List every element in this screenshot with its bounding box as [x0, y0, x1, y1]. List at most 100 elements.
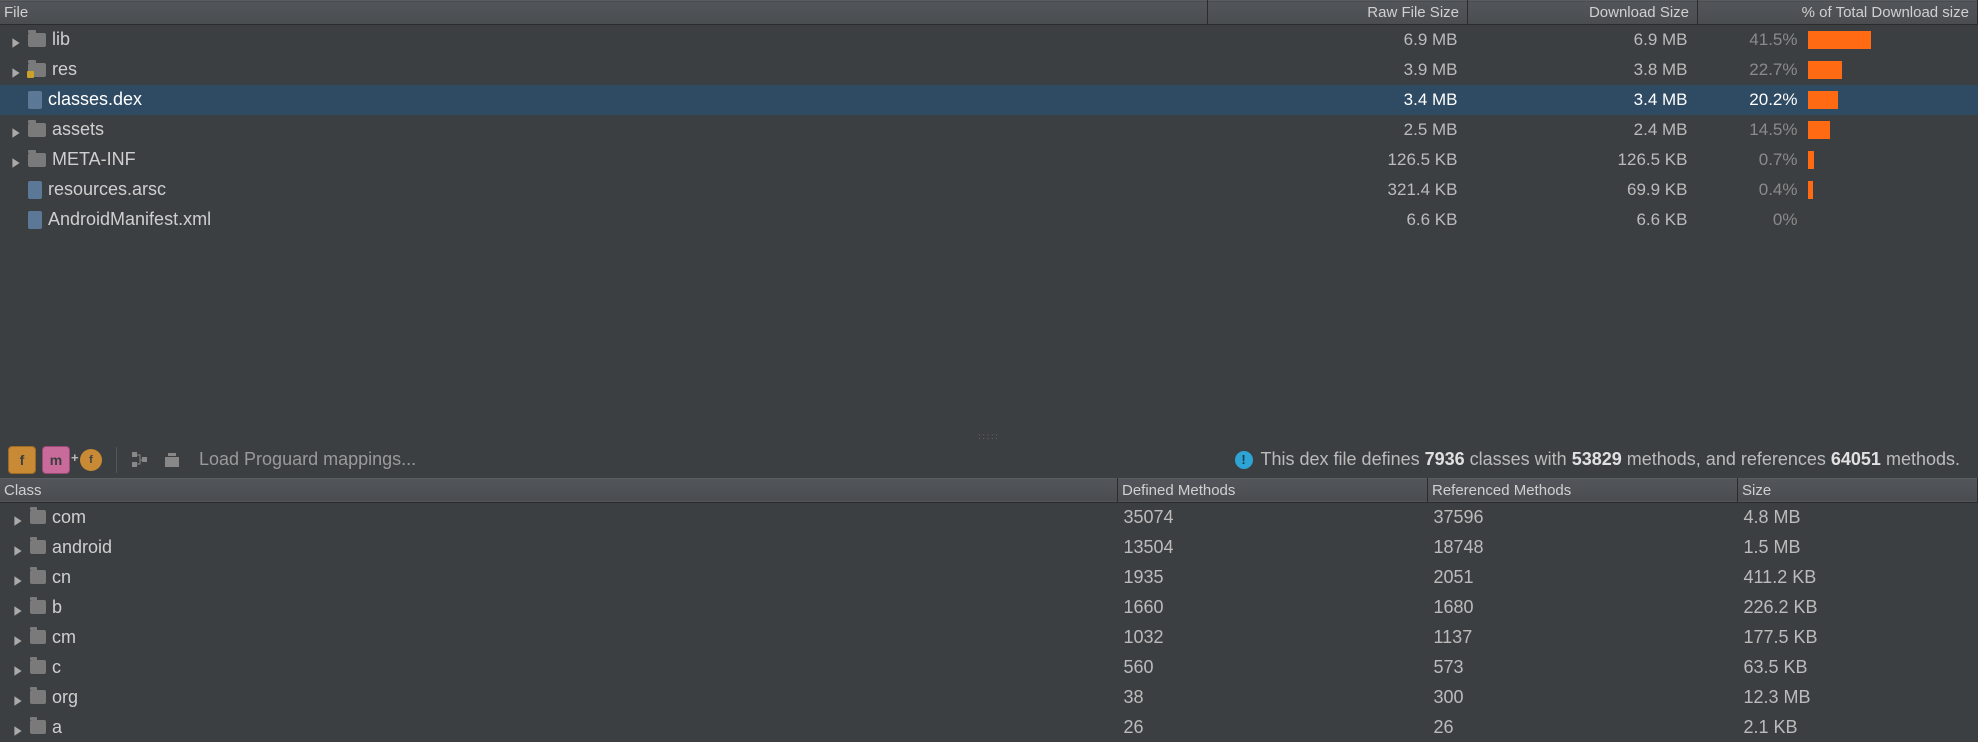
- summary-methods-count: 53829: [1572, 449, 1622, 469]
- class-name: c: [52, 657, 61, 678]
- class-name: a: [52, 717, 62, 738]
- expand-chevron-icon[interactable]: [12, 541, 24, 553]
- expand-chevron-icon[interactable]: [10, 154, 22, 166]
- info-icon: !: [1235, 451, 1253, 469]
- percent-value: 0%: [1698, 205, 1808, 235]
- defined-methods: 35074: [1118, 502, 1428, 532]
- expand-chevron-icon[interactable]: [12, 691, 24, 703]
- class-name: cm: [52, 627, 76, 648]
- summary-text: This dex file defines: [1261, 449, 1425, 469]
- load-proguard-button[interactable]: Load Proguard mappings...: [199, 449, 416, 470]
- file-icon: [28, 91, 42, 109]
- file-row[interactable]: classes.dex3.4 MB3.4 MB20.2%: [0, 85, 1978, 115]
- class-row[interactable]: cm10321137177.5 KB: [0, 622, 1978, 652]
- percent-value: 41.5%: [1698, 25, 1808, 55]
- defined-methods: 13504: [1118, 532, 1428, 562]
- dex-summary: ! This dex file defines 7936 classes wit…: [1235, 449, 1970, 470]
- expand-chevron-icon[interactable]: [10, 34, 22, 46]
- defined-methods: 1935: [1118, 562, 1428, 592]
- expand-chevron-icon[interactable]: [12, 721, 24, 733]
- col-header-file[interactable]: File: [0, 1, 1208, 25]
- col-header-download-size[interactable]: Download Size: [1468, 1, 1698, 25]
- expand-chevron-icon[interactable]: [12, 601, 24, 613]
- percent-value: 0.7%: [1698, 145, 1808, 175]
- defined-methods: 1032: [1118, 622, 1428, 652]
- class-name: org: [52, 687, 78, 708]
- defined-methods: 1660: [1118, 592, 1428, 622]
- col-header-raw-size[interactable]: Raw File Size: [1208, 1, 1468, 25]
- defined-methods: 560: [1118, 652, 1428, 682]
- file-row[interactable]: AndroidManifest.xml6.6 KB6.6 KB0%: [0, 205, 1978, 235]
- referenced-methods: 573: [1428, 652, 1738, 682]
- percent-bar: [1808, 61, 1968, 79]
- folder-icon: [28, 33, 46, 47]
- download-size: 126.5 KB: [1468, 145, 1698, 175]
- package-icon: [30, 660, 46, 674]
- package-icon: [30, 570, 46, 584]
- expand-chevron-icon[interactable]: [10, 64, 22, 76]
- percent-bar: [1808, 151, 1968, 169]
- class-size: 63.5 KB: [1738, 652, 1978, 682]
- download-size: 3.8 MB: [1468, 55, 1698, 85]
- filter-methods-button[interactable]: m: [42, 446, 70, 474]
- class-row[interactable]: b16601680226.2 KB: [0, 592, 1978, 622]
- package-icon[interactable]: [159, 447, 185, 473]
- class-row[interactable]: a26262.1 KB: [0, 712, 1978, 742]
- class-row[interactable]: c 56057363.5 KB: [0, 652, 1978, 682]
- download-size: 6.6 KB: [1468, 205, 1698, 235]
- file-size-table: File Raw File Size Download Size % of To…: [0, 0, 1978, 235]
- class-table-header: Class Defined Methods Referenced Methods…: [0, 478, 1978, 502]
- class-size: 2.1 KB: [1738, 712, 1978, 742]
- raw-size: 3.4 MB: [1208, 85, 1468, 115]
- col-header-percent[interactable]: % of Total Download size: [1698, 1, 1978, 25]
- file-row[interactable]: res3.9 MB3.8 MB22.7%: [0, 55, 1978, 85]
- percent-bar: [1808, 181, 1968, 199]
- referenced-methods: 300: [1428, 682, 1738, 712]
- col-header-defined[interactable]: Defined Methods: [1118, 478, 1428, 502]
- defined-methods: 38: [1118, 682, 1428, 712]
- expand-chevron-icon[interactable]: [12, 571, 24, 583]
- expand-chevron-icon[interactable]: [12, 511, 24, 523]
- percent-value: 22.7%: [1698, 55, 1808, 85]
- percent-bar: [1808, 121, 1968, 139]
- expand-chevron-icon[interactable]: [10, 124, 22, 136]
- raw-size: 3.9 MB: [1208, 55, 1468, 85]
- folder-icon: [28, 123, 46, 137]
- referenced-methods: 2051: [1428, 562, 1738, 592]
- class-row[interactable]: android13504187481.5 MB: [0, 532, 1978, 562]
- class-name: cn: [52, 567, 71, 588]
- dex-toolbar: f m f Load Proguard mappings... ! This d…: [0, 442, 1978, 478]
- tree-icon[interactable]: [127, 447, 153, 473]
- download-size: 3.4 MB: [1468, 85, 1698, 115]
- expand-chevron-icon[interactable]: [12, 661, 24, 673]
- raw-size: 2.5 MB: [1208, 115, 1468, 145]
- add-fields-icon[interactable]: f: [80, 449, 102, 471]
- file-row[interactable]: assets2.5 MB2.4 MB14.5%: [0, 115, 1978, 145]
- referenced-methods: 18748: [1428, 532, 1738, 562]
- file-row[interactable]: META-INF126.5 KB126.5 KB0.7%: [0, 145, 1978, 175]
- class-row[interactable]: org3830012.3 MB: [0, 682, 1978, 712]
- col-header-referenced[interactable]: Referenced Methods: [1428, 478, 1738, 502]
- toolbar-separator: [116, 447, 117, 473]
- package-icon: [30, 720, 46, 734]
- class-name: b: [52, 597, 62, 618]
- raw-size: 321.4 KB: [1208, 175, 1468, 205]
- file-name: lib: [52, 29, 70, 50]
- file-row[interactable]: resources.arsc321.4 KB69.9 KB0.4%: [0, 175, 1978, 205]
- referenced-methods: 1680: [1428, 592, 1738, 622]
- panel-splitter[interactable]: :::::: [0, 432, 1978, 442]
- col-header-size[interactable]: Size: [1738, 478, 1978, 502]
- percent-value: 0.4%: [1698, 175, 1808, 205]
- class-row[interactable]: cn19352051411.2 KB: [0, 562, 1978, 592]
- class-row[interactable]: com35074375964.8 MB: [0, 502, 1978, 532]
- raw-size: 6.6 KB: [1208, 205, 1468, 235]
- download-size: 69.9 KB: [1468, 175, 1698, 205]
- file-table-header: File Raw File Size Download Size % of To…: [0, 1, 1978, 25]
- filter-fields-button[interactable]: f: [8, 446, 36, 474]
- expand-chevron-icon[interactable]: [12, 631, 24, 643]
- file-name: AndroidManifest.xml: [48, 209, 211, 230]
- percent-value: 20.2%: [1698, 85, 1808, 115]
- col-header-class[interactable]: Class: [0, 478, 1118, 502]
- file-row[interactable]: lib6.9 MB6.9 MB41.5%: [0, 25, 1978, 55]
- raw-size: 6.9 MB: [1208, 25, 1468, 55]
